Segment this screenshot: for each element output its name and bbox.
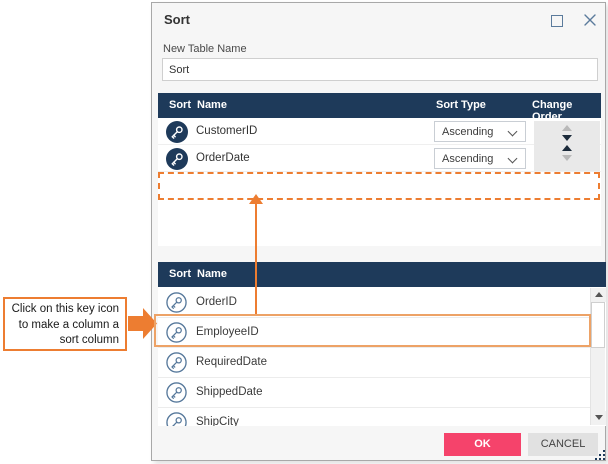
column-name: EmployeeID (196, 326, 259, 338)
key-icon-outline[interactable] (166, 412, 187, 426)
screenshot-canvas: Sort New Table Name Sort Name Sort Type … (0, 0, 608, 464)
sorted-table-header: Sort Name Sort Type Change Order (158, 93, 601, 118)
new-table-name-input[interactable] (162, 58, 598, 81)
dialog-title: Sort (164, 12, 190, 27)
col-header-sort: Sort (169, 268, 191, 280)
cancel-button[interactable]: CANCEL (528, 433, 598, 456)
key-icon-filled[interactable] (166, 148, 188, 170)
col-header-name: Name (197, 99, 227, 111)
sort-type-dropdown[interactable]: Ascending (434, 121, 526, 142)
ok-button[interactable]: OK (444, 433, 521, 456)
column-name: OrderID (196, 296, 237, 308)
up-arrow-line (255, 203, 257, 314)
scroll-down-button[interactable] (591, 411, 606, 425)
chevron-down-icon (508, 154, 518, 164)
close-icon[interactable] (581, 11, 599, 29)
annotation-line: to make a column a (19, 319, 119, 331)
key-icon-outline[interactable] (166, 292, 187, 313)
chevron-down-icon (508, 127, 518, 137)
move-up-button[interactable] (562, 145, 572, 151)
sort-dialog: Sort New Table Name Sort Name Sort Type … (151, 2, 606, 461)
column-name: ShippedDate (196, 386, 263, 398)
annotation-line: Click on this key icon (12, 303, 119, 315)
maximize-icon[interactable] (551, 15, 563, 27)
right-block-arrow-icon (128, 308, 157, 344)
scroll-up-button[interactable] (591, 288, 606, 302)
key-icon-outline[interactable] (166, 322, 187, 343)
key-icon-outline[interactable] (166, 382, 187, 403)
sort-type-value: Ascending (442, 153, 493, 165)
annotation-line: sort column (60, 334, 119, 346)
available-columns-table: Sort Name OrderID EmployeeID Require (158, 262, 606, 426)
move-down-button-disabled (562, 155, 572, 161)
sorted-column-name: OrderDate (196, 152, 250, 164)
table-row[interactable]: OrderID (158, 288, 590, 318)
col-header-sort-type: Sort Type (436, 99, 486, 111)
table-row[interactable]: ShipCity (158, 408, 590, 426)
sorted-column-name: CustomerID (196, 125, 257, 137)
col-header-sort: Sort (169, 99, 191, 111)
move-up-button-disabled (562, 125, 572, 131)
change-order-panel (534, 121, 600, 171)
table-row[interactable]: ShippedDate (158, 378, 590, 408)
column-name: ShipCity (196, 416, 239, 426)
sort-type-value: Ascending (442, 126, 493, 138)
scrollbar-thumb[interactable] (591, 302, 605, 348)
table-row-highlighted[interactable]: EmployeeID (158, 318, 590, 348)
annotation-callout: Click on this key icon to make a column … (3, 297, 127, 351)
resize-grip-icon[interactable] (595, 448, 606, 459)
available-table-header: Sort Name (158, 262, 606, 287)
sort-type-dropdown[interactable]: Ascending (434, 148, 526, 169)
key-icon-outline[interactable] (166, 352, 187, 373)
col-header-name: Name (197, 268, 227, 280)
column-name: RequiredDate (196, 356, 267, 368)
table-row[interactable]: RequiredDate (158, 348, 590, 378)
sorted-columns-table: Sort Name Sort Type Change Order Custome… (158, 93, 601, 246)
vertical-scrollbar[interactable] (590, 288, 605, 425)
key-icon-filled[interactable] (166, 121, 188, 143)
new-table-name-label: New Table Name (163, 43, 247, 55)
move-down-button[interactable] (562, 135, 572, 141)
drop-zone[interactable] (158, 172, 600, 200)
